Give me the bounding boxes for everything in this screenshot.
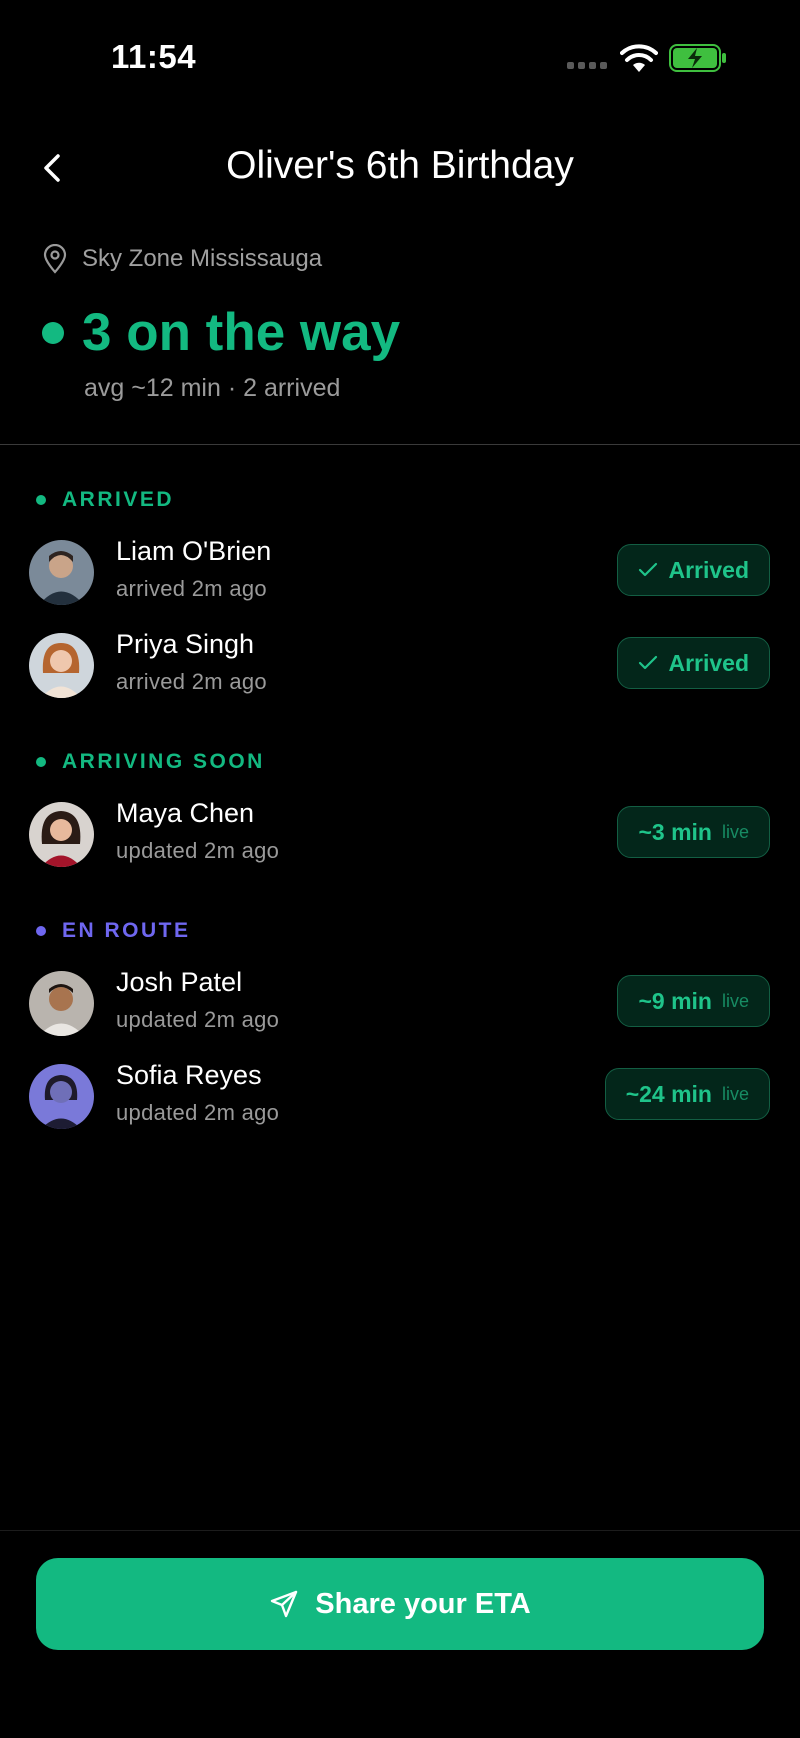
section-dot	[36, 757, 46, 767]
guest-row[interactable]: Josh Patel updated 2m ago ~9 min live	[0, 965, 800, 1045]
paper-plane-icon	[271, 1590, 298, 1618]
arrived-label: Arrived	[668, 556, 749, 583]
check-icon	[639, 562, 658, 577]
eta-value: ~24 min	[625, 1080, 712, 1107]
arrived-badge: Arrived	[617, 637, 770, 689]
avatar	[29, 802, 94, 867]
guest-name: Sofia Reyes	[116, 1060, 262, 1090]
section-label: EN ROUTE	[62, 919, 191, 942]
avatar	[29, 633, 94, 698]
on-the-way-count: 3 on the way	[82, 303, 401, 362]
eta-badge: ~24 min live	[604, 1068, 770, 1120]
section-label: ARRIVED	[62, 488, 175, 511]
live-indicator: live	[721, 990, 749, 1011]
live-indicator: live	[721, 821, 749, 842]
section-label: ARRIVING SOON	[62, 750, 265, 773]
avatar	[29, 540, 94, 605]
guest-updated: updated 2m ago	[116, 1100, 280, 1125]
section-dot	[36, 926, 46, 936]
location-row: Sky Zone Mississauga	[42, 244, 322, 274]
live-status-dot	[42, 321, 64, 344]
guest-name: Maya Chen	[116, 798, 255, 828]
eta-value: ~3 min	[638, 818, 712, 845]
arrived-badge: Arrived	[617, 544, 770, 596]
check-icon	[639, 655, 658, 670]
guest-row[interactable]: Priya Singh arrived 2m ago Arrived	[0, 627, 800, 707]
guest-updated: updated 2m ago	[116, 838, 280, 863]
map-pin-icon	[43, 244, 67, 274]
section-header-arrived: ARRIVED	[36, 488, 174, 512]
status-time: 11:54	[111, 38, 197, 75]
battery-charging-icon	[669, 44, 726, 72]
arrived-label: Arrived	[668, 649, 749, 676]
footer-divider	[0, 1530, 800, 1531]
divider	[0, 444, 800, 445]
page-title: Oliver's 6th Birthday	[226, 144, 574, 187]
section-dot	[36, 495, 46, 505]
guest-name: Josh Patel	[116, 967, 243, 997]
on-the-way-headline: 3 on the way	[42, 302, 400, 363]
guest-row[interactable]: Liam O'Brien arrived 2m ago Arrived	[0, 534, 800, 614]
guest-updated: updated 2m ago	[116, 1007, 280, 1032]
eta-badge: ~3 min live	[617, 806, 770, 858]
location-label: Sky Zone Mississauga	[82, 245, 323, 272]
guest-row[interactable]: Sofia Reyes updated 2m ago ~24 min live	[0, 1058, 800, 1138]
share-eta-button[interactable]: Share your ETA	[36, 1558, 764, 1650]
section-header-arriving-soon: ARRIVING SOON	[36, 750, 265, 774]
guest-updated: arrived 2m ago	[116, 576, 267, 601]
avatar	[29, 971, 94, 1036]
guest-name: Liam O'Brien	[116, 536, 272, 566]
guest-row[interactable]: Maya Chen updated 2m ago ~3 min live	[0, 796, 800, 876]
section-header-en-route: EN ROUTE	[36, 919, 191, 943]
avatar	[29, 1064, 94, 1129]
wifi-icon	[620, 44, 658, 72]
cellular-signal-icon	[567, 62, 607, 69]
header: Oliver's 6th Birthday	[0, 130, 800, 206]
guest-name: Priya Singh	[116, 629, 255, 659]
status-bar: 11:54	[0, 0, 800, 120]
guest-updated: arrived 2m ago	[116, 669, 267, 694]
eta-badge: ~9 min live	[617, 975, 770, 1027]
live-indicator: live	[721, 1083, 749, 1104]
summary-stats: avg ~12 min · 2 arrived	[84, 374, 341, 402]
share-eta-label: Share your ETA	[315, 1587, 531, 1620]
eta-value: ~9 min	[638, 987, 712, 1014]
